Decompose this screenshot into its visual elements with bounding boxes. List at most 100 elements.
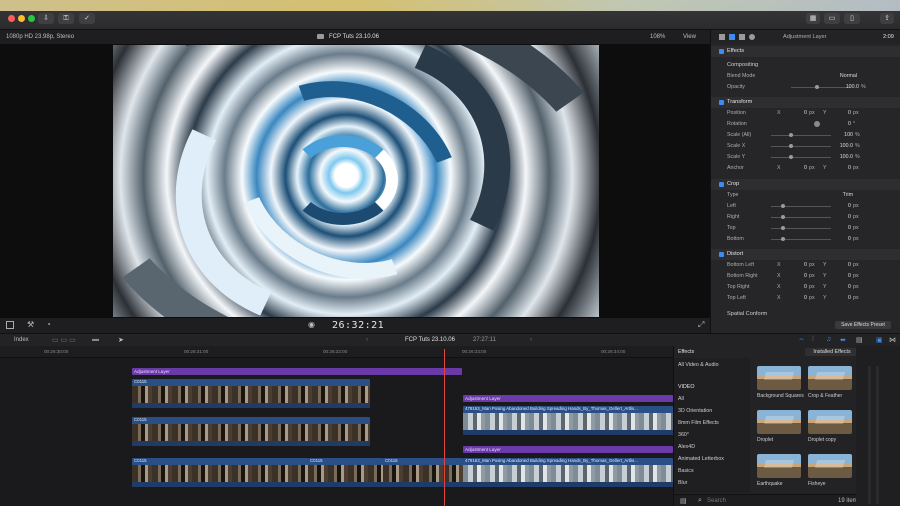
scale-all-slider[interactable] bbox=[789, 133, 793, 137]
distort-section[interactable]: Distort bbox=[711, 249, 900, 260]
scale-all-value[interactable]: 100 bbox=[837, 132, 853, 138]
filter-inspector-icon[interactable] bbox=[729, 34, 735, 40]
spatial-conform-header: Spatial Conform bbox=[727, 311, 768, 317]
category-item[interactable]: All bbox=[678, 396, 684, 402]
scale-y-slider[interactable] bbox=[789, 155, 793, 159]
headphones-icon[interactable]: ♫ bbox=[826, 336, 831, 343]
effect-thumbnail[interactable] bbox=[757, 410, 801, 434]
share-icon[interactable]: ⇪ bbox=[880, 13, 894, 24]
import-button[interactable]: ⇩ bbox=[38, 13, 54, 24]
history-back-icon[interactable]: ‹ bbox=[366, 337, 368, 343]
connect-clip-icon[interactable]: ▭ ▭ ▭ bbox=[52, 336, 76, 344]
effects-browser-icon[interactable]: ▣ bbox=[876, 336, 883, 344]
category-item[interactable]: All Video & Audio bbox=[678, 362, 719, 368]
category-item[interactable]: Blur bbox=[678, 480, 687, 486]
enhance-icon[interactable]: ⚒ bbox=[27, 320, 34, 329]
info-icon[interactable] bbox=[749, 34, 755, 40]
effect-thumbnail[interactable] bbox=[808, 366, 852, 390]
crop-section[interactable]: Crop bbox=[711, 179, 900, 190]
skimming-icon[interactable]: ⇔ bbox=[798, 336, 805, 343]
viewer[interactable] bbox=[0, 44, 710, 318]
keyword-icon[interactable]: ⚿ bbox=[58, 13, 74, 24]
adjustment-layer-clip[interactable]: Adjustment Layer bbox=[463, 395, 673, 402]
crop-bottom-slider[interactable] bbox=[781, 237, 785, 241]
index-button[interactable]: Index bbox=[14, 337, 29, 343]
position-x-value[interactable]: 0 bbox=[795, 110, 807, 116]
anchor-y-value[interactable]: 0 bbox=[839, 165, 851, 171]
crop-top-slider[interactable] bbox=[781, 226, 785, 230]
scale-x-slider[interactable] bbox=[789, 144, 793, 148]
transform-checkbox[interactable] bbox=[719, 100, 724, 105]
timeline-project-name[interactable]: FCP Tuts 23.10.06 bbox=[405, 337, 455, 343]
zoom-window-button[interactable] bbox=[28, 15, 35, 22]
select-tool-icon[interactable]: ➤ bbox=[118, 336, 124, 344]
save-effects-preset-button[interactable]: Save Effects Preset bbox=[835, 321, 891, 329]
effect-thumbnail[interactable] bbox=[757, 454, 801, 478]
opacity-slider[interactable] bbox=[815, 85, 819, 89]
search-field[interactable]: Search bbox=[707, 498, 726, 504]
scale-x-value[interactable]: 100.0 bbox=[835, 143, 853, 149]
position-y-value[interactable]: 0 bbox=[839, 110, 851, 116]
category-item[interactable]: 8mm Film Effects bbox=[678, 420, 719, 426]
effect-label: Fisheye bbox=[808, 481, 826, 487]
retime-icon[interactable]: ◔ bbox=[46, 320, 51, 329]
video-clip[interactable]: C0115 bbox=[383, 458, 463, 487]
video-clip[interactable]: C0115 bbox=[132, 458, 308, 487]
zoom-menu[interactable]: 108% bbox=[650, 34, 665, 40]
transform-tool-icon[interactable] bbox=[6, 321, 14, 329]
opacity-value[interactable]: 100.0 bbox=[833, 84, 859, 90]
clip-appearance-icon[interactable]: ▤ bbox=[856, 336, 863, 344]
category-item[interactable]: 360° bbox=[678, 432, 689, 438]
crop-right-slider[interactable] bbox=[781, 215, 785, 219]
effect-thumbnail[interactable] bbox=[808, 454, 852, 478]
video-inspector-icon[interactable] bbox=[719, 34, 725, 40]
scale-y-value[interactable]: 100.0 bbox=[835, 154, 853, 160]
history-forward-icon[interactable]: › bbox=[530, 337, 532, 343]
video-clip[interactable]: C0115 bbox=[308, 458, 383, 487]
rotation-dial[interactable] bbox=[814, 121, 820, 127]
minimize-window-button[interactable] bbox=[18, 15, 25, 22]
video-clip[interactable]: C0115 bbox=[132, 417, 370, 446]
timeline-ruler[interactable]: 00:26:30:00 00:26:31:00 00:26:32:00 00:2… bbox=[0, 346, 673, 358]
installed-effects-popup[interactable]: Installed Effects bbox=[805, 348, 859, 356]
sidebar-toggle-icon[interactable]: ▤ bbox=[680, 497, 687, 505]
inspector-toggle-icon[interactable]: ▯ bbox=[844, 13, 860, 24]
playhead[interactable] bbox=[444, 349, 445, 506]
category-item[interactable]: Animated Letterbox bbox=[678, 456, 724, 462]
timecode-display[interactable]: 26:32:21 bbox=[332, 320, 384, 331]
background-tasks-icon[interactable]: ✓ bbox=[79, 13, 95, 24]
effects-checkbox[interactable] bbox=[719, 49, 724, 54]
timeline-toggle-icon[interactable]: ▭ bbox=[824, 13, 840, 24]
view-menu[interactable]: View bbox=[683, 34, 696, 40]
video-clip[interactable]: C0115 bbox=[132, 379, 370, 408]
video-clip[interactable]: 479163_Man Posing Abandoned Building Spr… bbox=[463, 406, 673, 435]
rotation-value[interactable]: 0 bbox=[839, 121, 851, 127]
crop-left-slider[interactable] bbox=[781, 204, 785, 208]
fullscreen-icon[interactable]: ⤢ bbox=[698, 320, 704, 330]
blend-mode-popup[interactable]: Normal bbox=[831, 73, 857, 79]
category-item[interactable]: Alex4D bbox=[678, 444, 695, 450]
audio-skimming-icon[interactable]: ⫶ bbox=[812, 336, 814, 344]
effect-thumbnail[interactable] bbox=[808, 410, 852, 434]
timeline[interactable]: Adjustment Layer C0115 Adjustment Layer … bbox=[0, 358, 673, 506]
category-item[interactable]: Basics bbox=[678, 468, 694, 474]
category-item[interactable]: 3D Orientation bbox=[678, 408, 712, 414]
close-window-button[interactable] bbox=[8, 15, 15, 22]
color-inspector-icon[interactable] bbox=[739, 34, 745, 40]
crop-checkbox[interactable] bbox=[719, 182, 724, 187]
anchor-x-value[interactable]: 0 bbox=[795, 165, 807, 171]
transitions-browser-icon[interactable]: ⋈ bbox=[889, 336, 896, 344]
overwrite-icon[interactable]: ▬ bbox=[92, 336, 99, 343]
snapping-icon[interactable]: ⬌ bbox=[840, 336, 846, 344]
adjustment-layer-clip[interactable]: Adjustment Layer bbox=[132, 368, 462, 375]
crop-type-popup[interactable]: Trim bbox=[835, 192, 853, 198]
play-icon[interactable]: ◉ bbox=[308, 320, 315, 329]
effect-label: Background Squares bbox=[757, 393, 804, 399]
browser-toggle-icon[interactable]: ▦ bbox=[806, 13, 820, 24]
effect-thumbnail[interactable] bbox=[757, 366, 801, 390]
effects-section[interactable]: Effects bbox=[711, 46, 900, 57]
video-clip[interactable]: 479163_Man Posing Abandoned Building Spr… bbox=[463, 458, 673, 487]
adjustment-layer-clip[interactable]: Adjustment Layer bbox=[463, 446, 673, 453]
distort-checkbox[interactable] bbox=[719, 252, 724, 257]
transform-section[interactable]: Transform bbox=[711, 97, 900, 108]
